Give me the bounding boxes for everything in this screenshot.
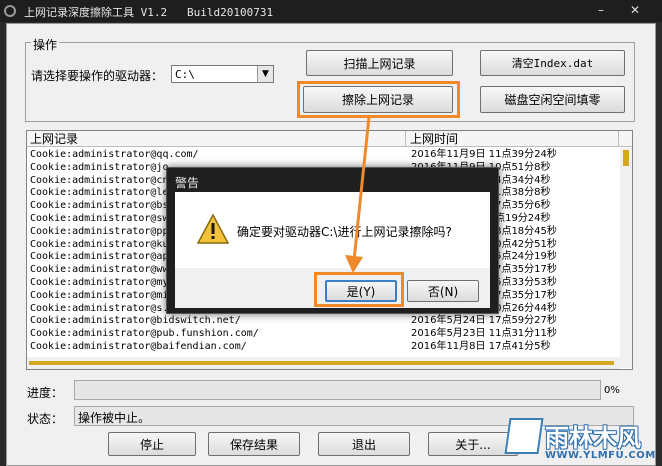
scrollbar-thumb[interactable] (623, 150, 629, 166)
table-row[interactable]: Cookie:administrator@baifendian.com/2016… (27, 341, 619, 353)
close-icon[interactable]: ✕ (630, 3, 640, 17)
record-cell: Cookie:administrator@qq.com/ (30, 149, 199, 160)
record-cell: Cookie:administrator@ku (30, 238, 169, 250)
horizontal-scrollbar[interactable] (27, 357, 620, 369)
table-row[interactable]: Cookie:administrator@bidswitch.net/2016年… (27, 315, 619, 327)
table-row[interactable]: Cookie:administrator@pub.funshion.com/20… (27, 328, 619, 340)
record-cell: Cookie:administrator@sw (30, 213, 169, 224)
h-scrollbar-thumb[interactable] (29, 361, 614, 365)
scan-records-button[interactable]: 扫描上网记录 (306, 50, 453, 76)
record-cell: Cookie:administrator@bs (30, 200, 169, 212)
save-results-button[interactable]: 保存结果 (208, 432, 300, 456)
watermark-icon (504, 418, 544, 454)
yes-button-highlight (314, 272, 404, 307)
dialog-title: 警告 (175, 176, 200, 190)
status-label: 状态： (27, 412, 64, 426)
record-cell: Cookie:administrator@baifendian.com/ (30, 341, 247, 352)
drive-label: 请选择要操作的驱动器： (31, 69, 164, 83)
drive-select-value: C:\ (175, 68, 195, 81)
table-row[interactable]: Cookie:administrator@qq.com/2016年11月9日 1… (27, 149, 619, 161)
window-title: 上网记录深度擦除工具 V1.2 Build20100731 (24, 6, 274, 19)
time-cell: 2016年5月24日 17点59分27秒 (411, 315, 557, 327)
clear-index-button[interactable]: 清空Index.dat (480, 50, 625, 76)
stop-button[interactable]: 停止 (108, 432, 196, 456)
time-cell: 2016年5月23日 11点31分11秒 (411, 328, 557, 340)
annotation-arrow (345, 116, 371, 273)
record-cell: Cookie:administrator@my (30, 277, 169, 288)
record-cell: Cookie:administrator@s. (30, 302, 169, 314)
record-cell: Cookie:administrator@le (30, 187, 169, 199)
record-cell: Cookie:administrator@ww (30, 264, 169, 276)
time-cell: 2016年11月9日 11点39分24秒 (411, 149, 557, 160)
warning-icon (197, 214, 229, 244)
record-cell: Cookie:administrator@mi (30, 289, 169, 301)
drive-select[interactable]: C:\ ▼ (171, 65, 274, 83)
warning-dialog: 警告 确定要对驱动器C:\进行上网记录擦除吗? 是(Y) 否(N) (166, 167, 499, 314)
record-cell: Cookie:administrator@jo (30, 161, 169, 173)
time-cell: 2016年11月8日 17点41分5秒 (411, 341, 551, 352)
minimize-icon[interactable]: – (598, 3, 604, 17)
watermark-text: 雨林木风 (545, 424, 641, 452)
watermark-logo: 雨林木风 WWW.YLMFU.COM (504, 398, 662, 466)
record-cell: Cookie:administrator@cn (30, 174, 169, 186)
exit-button[interactable]: 退出 (318, 432, 410, 456)
progress-bar (74, 380, 601, 400)
watermark-url: WWW.YLMFU.COM (545, 450, 656, 461)
erase-button-highlight (297, 81, 460, 118)
operations-group-label: 操作 (31, 36, 60, 53)
record-cell: Cookie:administrator@pub.funshion.com/ (30, 328, 259, 340)
no-button[interactable]: 否(N) (407, 280, 479, 302)
chevron-down-icon[interactable]: ▼ (257, 66, 273, 82)
record-cell: Cookie:administrator@pp (30, 225, 169, 237)
status-value: 操作被中止。 (78, 411, 151, 425)
progress-label: 进度： (27, 386, 64, 400)
wipe-free-space-button[interactable]: 磁盘空闲空间填零 (480, 86, 625, 113)
column-header-time[interactable]: 上网时间 (407, 131, 619, 147)
app-icon (4, 5, 16, 17)
record-cell: Cookie:administrator@ap (30, 251, 169, 263)
table-header: 上网记录 上网时间 (27, 131, 632, 147)
record-cell: Cookie:administrator@bidswitch.net/ (30, 315, 241, 327)
vertical-scrollbar[interactable] (620, 148, 632, 368)
dialog-body: 确定要对驱动器C:\进行上网记录擦除吗? (175, 192, 490, 268)
title-bar: 上网记录深度擦除工具 V1.2 Build20100731 – ✕ (0, 0, 662, 22)
progress-percent: 0% (604, 385, 620, 396)
